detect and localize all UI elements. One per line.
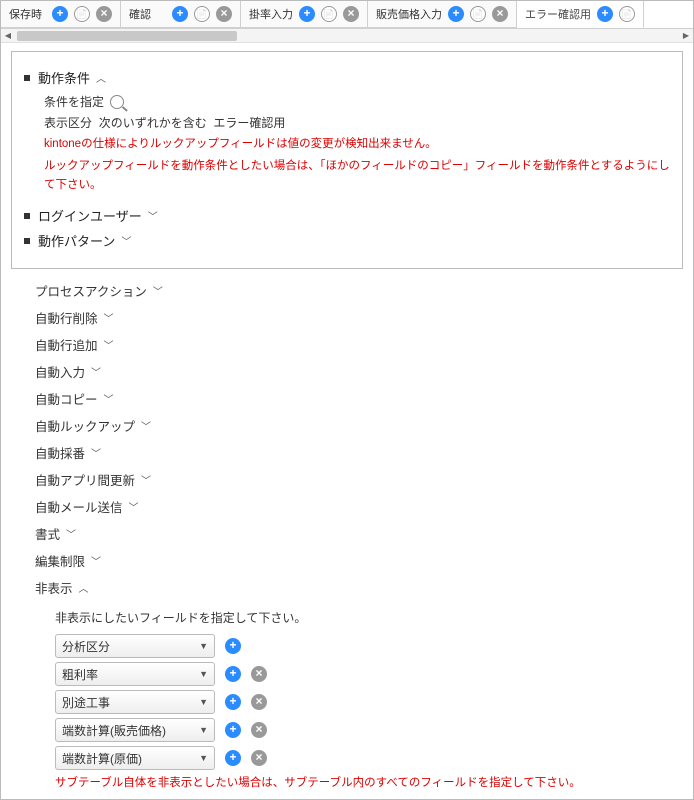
- tree-auto-row-add[interactable]: 自動行追加﹀: [35, 331, 679, 358]
- action-tree: プロセスアクション﹀ 自動行削除﹀ 自動行追加﹀ 自動入力﹀ 自動コピー﹀ 自動…: [11, 269, 683, 800]
- field-select[interactable]: 端数計算(原価)▼: [55, 746, 215, 770]
- tree-auto-lookup[interactable]: 自動ルックアップ﹀: [35, 412, 679, 439]
- tree-auto-copy[interactable]: 自動コピー﹀: [35, 385, 679, 412]
- remove-field-icon[interactable]: [251, 694, 267, 710]
- add-field-icon[interactable]: [225, 722, 241, 738]
- copy-icon[interactable]: [470, 6, 486, 22]
- tab-price[interactable]: 販売価格入力: [368, 1, 517, 28]
- chevron-down-icon: ﹀: [91, 364, 101, 379]
- tree-format[interactable]: 書式﹀: [35, 520, 679, 547]
- scroll-right-icon[interactable]: ▶: [679, 29, 693, 43]
- close-icon[interactable]: [96, 6, 112, 22]
- login-users-header[interactable]: ログインユーザー ﹀: [24, 206, 670, 225]
- plus-icon[interactable]: [448, 6, 464, 22]
- plus-icon[interactable]: [52, 6, 68, 22]
- chevron-down-icon: ﹀: [153, 283, 163, 298]
- chevron-down-icon: ﹀: [91, 445, 101, 460]
- hidden-desc: 非表示にしたいフィールドを指定して下さい。: [55, 609, 679, 626]
- bullet-icon: [24, 75, 30, 81]
- tree-hidden[interactable]: 非表示︿: [35, 574, 679, 601]
- copy-icon[interactable]: [74, 6, 90, 22]
- field-row: 分析区分▼: [55, 634, 679, 658]
- group-warning: 非表示設定を用いてグループ開閉を行う場合は、グループ設定から「グループ内のフィー…: [55, 797, 679, 800]
- field-row: 端数計算(販売価格)▼: [55, 718, 679, 742]
- tree-auto-number[interactable]: 自動採番﹀: [35, 439, 679, 466]
- chevron-down-icon: ﹀: [141, 472, 151, 487]
- add-field-icon[interactable]: [225, 750, 241, 766]
- pattern-header[interactable]: 動作パターン ﹀: [24, 231, 670, 250]
- field-row: 別途工事▼: [55, 690, 679, 714]
- close-icon[interactable]: [343, 6, 359, 22]
- chevron-down-icon: ﹀: [104, 337, 114, 352]
- field-select[interactable]: 別途工事▼: [55, 690, 215, 714]
- chevron-down-icon[interactable]: ﹀: [121, 233, 131, 248]
- tab-save[interactable]: 保存時: [1, 1, 121, 28]
- plus-icon[interactable]: [597, 6, 613, 22]
- copy-icon[interactable]: [619, 6, 635, 22]
- tab-confirm[interactable]: 確認: [121, 1, 241, 28]
- remove-field-icon[interactable]: [251, 666, 267, 682]
- add-field-icon[interactable]: [225, 638, 241, 654]
- bullet-icon: [24, 238, 30, 244]
- field-row: 粗利率▼: [55, 662, 679, 686]
- scroll-left-icon[interactable]: ◀: [1, 29, 15, 43]
- remove-field-icon[interactable]: [251, 750, 267, 766]
- tab-scrollbar[interactable]: ◀ ▶: [1, 29, 693, 43]
- chevron-down-icon: ﹀: [129, 499, 139, 514]
- tree-process-action[interactable]: プロセスアクション﹀: [35, 277, 679, 304]
- remove-field-icon[interactable]: [251, 722, 267, 738]
- hidden-fields-panel: 非表示にしたいフィールドを指定して下さい。 分析区分▼ 粗利率▼ 別途工事▼ 端…: [35, 601, 679, 800]
- chevron-up-icon[interactable]: ︿: [96, 70, 106, 85]
- lookup-warning2: ルックアップフィールドを動作条件としたい場合は、「ほかのフィールドのコピー」フィ…: [44, 157, 670, 194]
- subtable-warning: サブテーブル自体を非表示としたい場合は、サブテーブル内のすべてのフィールドを指定…: [55, 774, 679, 792]
- field-row: 端数計算(原価)▼: [55, 746, 679, 770]
- condition-line: 表示区分 次のいずれかを含む エラー確認用: [44, 114, 670, 131]
- field-select[interactable]: 粗利率▼: [55, 662, 215, 686]
- search-icon[interactable]: [110, 95, 124, 109]
- chevron-up-icon: ︿: [79, 580, 89, 595]
- chevron-down-icon: ﹀: [66, 526, 76, 541]
- field-select[interactable]: 端数計算(販売価格)▼: [55, 718, 215, 742]
- tab-bar: 保存時 確認 掛率入力 販売価格入力 エラー確認用: [1, 1, 693, 29]
- tree-auto-mail[interactable]: 自動メール送信﹀: [35, 493, 679, 520]
- tree-auto-row-delete[interactable]: 自動行削除﹀: [35, 304, 679, 331]
- field-select[interactable]: 分析区分▼: [55, 634, 215, 658]
- add-field-icon[interactable]: [225, 666, 241, 682]
- copy-icon[interactable]: [194, 6, 210, 22]
- plus-icon[interactable]: [172, 6, 188, 22]
- add-field-icon[interactable]: [225, 694, 241, 710]
- plus-icon[interactable]: [299, 6, 315, 22]
- chevron-down-icon: ﹀: [141, 418, 151, 433]
- close-icon[interactable]: [492, 6, 508, 22]
- tree-auto-input[interactable]: 自動入力﹀: [35, 358, 679, 385]
- close-icon[interactable]: [216, 6, 232, 22]
- conditions-panel: 動作条件 ︿ 条件を指定 表示区分 次のいずれかを含む エラー確認用 kinto…: [11, 51, 683, 269]
- copy-icon[interactable]: [321, 6, 337, 22]
- chevron-down-icon: ﹀: [104, 391, 114, 406]
- scroll-thumb[interactable]: [17, 31, 237, 41]
- chevron-down-icon: ﹀: [104, 310, 114, 325]
- tab-rate[interactable]: 掛率入力: [241, 1, 368, 28]
- specify-condition[interactable]: 条件を指定: [44, 93, 670, 110]
- conditions-header[interactable]: 動作条件 ︿: [24, 68, 670, 87]
- lookup-warning: kintoneの仕様によりルックアップフィールドは値の変更が検知出来ません。: [44, 135, 670, 153]
- tab-error-check[interactable]: エラー確認用: [517, 1, 644, 28]
- tree-auto-app-update[interactable]: 自動アプリ間更新﹀: [35, 466, 679, 493]
- chevron-down-icon: ﹀: [91, 553, 101, 568]
- chevron-down-icon[interactable]: ﹀: [148, 208, 158, 223]
- bullet-icon: [24, 213, 30, 219]
- tree-edit-restrict[interactable]: 編集制限﹀: [35, 547, 679, 574]
